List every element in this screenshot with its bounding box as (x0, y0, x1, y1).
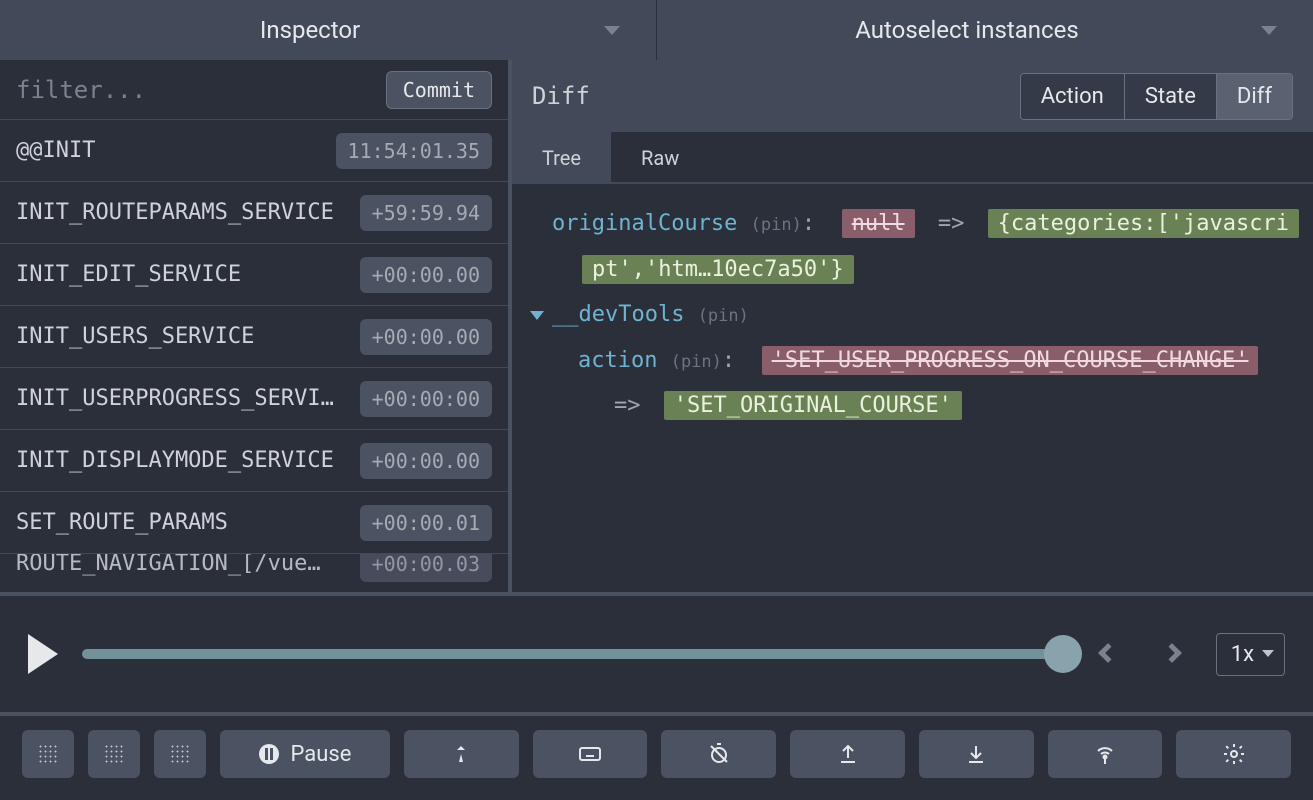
settings-button[interactable] (1176, 730, 1291, 778)
diff-key: originalCourse (552, 211, 737, 236)
filter-input[interactable] (16, 76, 374, 104)
download-icon (964, 742, 988, 766)
action-item[interactable]: INIT_USERS_SERVICE +00:00.00 (0, 306, 508, 368)
chevron-down-icon (604, 26, 620, 35)
step-forward-button[interactable] (1152, 644, 1192, 665)
upload-button[interactable] (790, 730, 905, 778)
upload-icon (836, 742, 860, 766)
grid-icon (104, 744, 124, 764)
action-name: INIT_DISPLAYMODE_SERVICE (16, 448, 334, 473)
timeline-slider[interactable] (82, 649, 1064, 659)
action-timestamp: +00:00.00 (360, 319, 492, 355)
tab-state[interactable]: State (1125, 74, 1217, 119)
action-name: INIT_ROUTEPARAMS_SERVICE (16, 200, 334, 225)
diff-new-value: pt','htm…10ec7a50'} (582, 255, 854, 284)
caret-down-icon[interactable] (530, 311, 544, 320)
diff-new-value: {categories:['javascri (988, 209, 1299, 238)
action-timestamp: 11:54:01.35 (336, 133, 492, 169)
play-icon (28, 634, 58, 674)
play-button[interactable] (28, 634, 58, 674)
pause-button[interactable]: Pause (220, 730, 390, 778)
action-timestamp: +00:00:00 (360, 381, 492, 417)
action-item[interactable]: INIT_USERPROGRESS_SERVI… +00:00:00 (0, 368, 508, 430)
pin-icon (449, 742, 473, 766)
layout-left-button[interactable] (22, 730, 74, 778)
chevron-right-icon (1162, 643, 1182, 663)
action-item[interactable]: INIT_ROUTEPARAMS_SERVICE +59:59.94 (0, 182, 508, 244)
subtab-raw[interactable]: Raw (611, 132, 709, 182)
action-name: @@INIT (16, 138, 95, 163)
inspector-dropdown[interactable]: Inspector (0, 0, 657, 60)
tab-diff[interactable]: Diff (1217, 74, 1292, 119)
grid-icon (170, 744, 190, 764)
download-button[interactable] (919, 730, 1034, 778)
action-name: INIT_USERPROGRESS_SERVI… (16, 386, 334, 411)
speed-select[interactable]: 1x (1216, 633, 1285, 676)
action-item[interactable]: INIT_DISPLAYMODE_SERVICE +00:00.00 (0, 430, 508, 492)
tab-action[interactable]: Action (1021, 74, 1125, 119)
action-item[interactable]: @@INIT 11:54:01.35 (0, 120, 508, 182)
action-name: INIT_USERS_SERVICE (16, 324, 254, 349)
layout-right-button[interactable] (154, 730, 206, 778)
diff-key[interactable]: __devTools (552, 302, 684, 327)
diff-old-value: 'SET_USER_PROGRESS_ON_COURSE_CHANGE' (762, 346, 1259, 375)
step-back-button[interactable] (1088, 644, 1128, 665)
layout-bottom-button[interactable] (88, 730, 140, 778)
slider-thumb[interactable] (1044, 635, 1082, 673)
pin-label[interactable]: (pin) (671, 352, 722, 372)
chevron-down-icon (1261, 26, 1277, 35)
pause-icon (259, 744, 279, 764)
lock-button[interactable] (404, 730, 519, 778)
pin-label[interactable]: (pin) (698, 306, 749, 326)
chevron-left-icon (1098, 643, 1118, 663)
commit-button[interactable]: Commit (386, 71, 492, 109)
inspector-label: Inspector (0, 16, 620, 44)
action-timestamp: +00:00.01 (360, 505, 492, 541)
broadcast-icon (1093, 742, 1117, 766)
action-item[interactable]: INIT_EDIT_SERVICE +00:00.00 (0, 244, 508, 306)
keyboard-icon (578, 742, 602, 766)
diff-old-value: null (842, 209, 915, 238)
action-item[interactable]: ROUTE_NAVIGATION_[/vue… +00:00.03 (0, 554, 508, 592)
remote-button[interactable] (1048, 730, 1163, 778)
gear-icon (1222, 742, 1246, 766)
sweep-button[interactable] (661, 730, 776, 778)
pause-label: Pause (291, 742, 352, 767)
instances-label: Autoselect instances (657, 16, 1277, 44)
action-name: INIT_EDIT_SERVICE (16, 262, 241, 287)
diff-tree: originalCourse (pin): null => {categorie… (512, 184, 1313, 592)
action-timestamp: +00:00.03 (360, 554, 492, 582)
diff-key: action (578, 348, 657, 373)
action-name: ROUTE_NAVIGATION_[/vue… (16, 554, 321, 576)
action-item[interactable]: SET_ROUTE_PARAMS +00:00.01 (0, 492, 508, 554)
action-timestamp: +00:00.00 (360, 443, 492, 479)
chevron-down-icon (1262, 650, 1274, 657)
action-timestamp: +00:00.00 (360, 257, 492, 293)
pin-label[interactable]: (pin) (751, 215, 802, 235)
action-timestamp: +59:59.94 (360, 195, 492, 231)
speed-value: 1x (1231, 642, 1254, 667)
panel-title: Diff (532, 82, 590, 110)
action-name: SET_ROUTE_PARAMS (16, 510, 228, 535)
diff-new-value: 'SET_ORIGINAL_COURSE' (664, 391, 962, 420)
instances-dropdown[interactable]: Autoselect instances (657, 0, 1313, 60)
grid-icon (38, 744, 58, 764)
keyboard-button[interactable] (533, 730, 648, 778)
subtab-tree[interactable]: Tree (512, 132, 611, 182)
timer-off-icon (707, 742, 731, 766)
action-list: @@INIT 11:54:01.35 INIT_ROUTEPARAMS_SERV… (0, 120, 508, 592)
